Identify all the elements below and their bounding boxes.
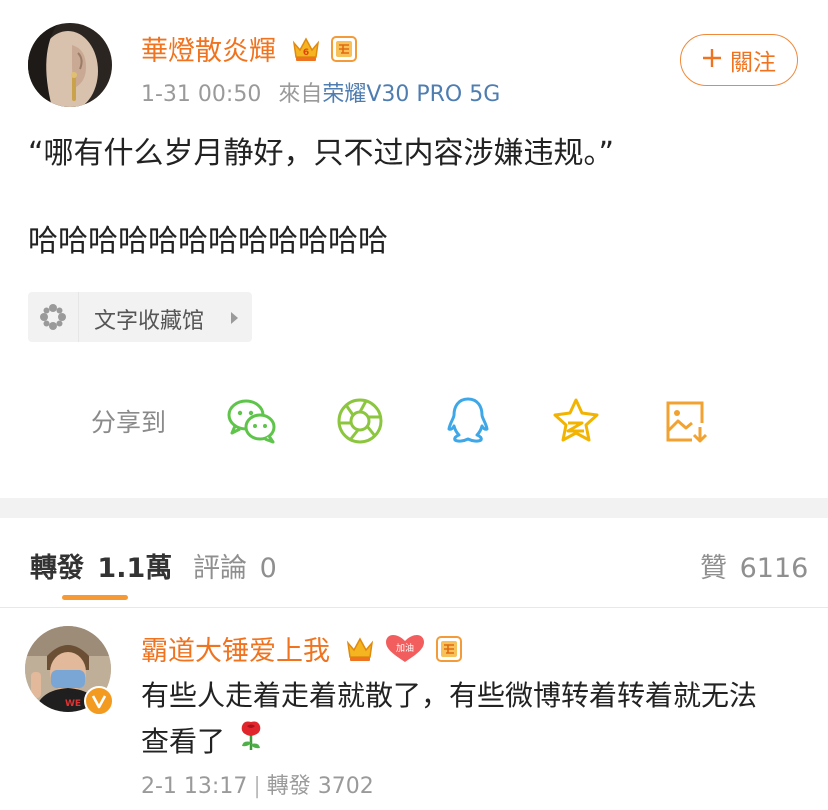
device-link[interactable]: 荣耀V30 PRO 5G (322, 82, 500, 107)
svg-text:WE: WE (65, 699, 81, 709)
vip-crown-icon: 6 (291, 35, 321, 70)
tab-repost[interactable]: 轉發 1.1萬 (30, 546, 172, 585)
post-time: 1-31 00:50 (141, 82, 262, 107)
topic-label: 文字收藏馆 (94, 309, 205, 334)
source-prefix: 來自 (278, 82, 323, 107)
luck-badge-icon (331, 36, 358, 69)
share-label: 分享到 (91, 408, 167, 437)
author-name-row: 華燈散炎輝 6 (141, 29, 358, 70)
active-tab-indicator (62, 595, 128, 600)
tabs-border (0, 607, 828, 608)
verified-badge-icon (84, 686, 114, 716)
chevron-right-icon (230, 310, 240, 329)
rose-emoji-icon (238, 720, 264, 766)
post-meta: 1-31 00:50 來自荣耀V30 PRO 5G (141, 76, 500, 108)
save-image-icon[interactable] (659, 394, 713, 448)
meta-separator: | (253, 774, 261, 799)
tab-repost-label: 轉發 (30, 553, 84, 584)
follow-label: 關注 (730, 50, 776, 76)
repost-content: 有些人走着走着就散了，有些微博转着转着就无法 查看了 (141, 673, 811, 766)
repost-line: 有些人走着走着就散了，有些微博转着转着就无法 (141, 679, 758, 712)
luck-badge-icon (435, 636, 462, 669)
tab-comment-label: 評論 (193, 553, 247, 584)
repost-time: 2-1 13:17 (141, 774, 248, 799)
repost-count: 3702 (317, 774, 374, 799)
tab-like[interactable]: 贊 6116 (700, 546, 808, 585)
repost-line-wrap: 查看了 (141, 719, 811, 766)
tab-comment-count: 0 (259, 553, 277, 584)
repost-line: 查看了 (141, 725, 226, 758)
moments-icon[interactable] (333, 394, 387, 448)
wechat-icon[interactable] (225, 394, 279, 448)
author-name[interactable]: 華燈散炎輝 (141, 36, 276, 67)
topic-card[interactable]: 文字收藏馆 (28, 292, 252, 342)
qq-icon[interactable] (441, 394, 495, 448)
vip-crown-icon (345, 635, 375, 670)
section-divider (0, 498, 828, 518)
repost-count-label: 轉發 (266, 774, 311, 799)
post-content: “哪有什么岁月静好，只不过内容涉嫌违规。” 哈哈哈哈哈哈哈哈哈哈哈哈 (28, 130, 808, 266)
follow-button[interactable]: 關注 (680, 34, 798, 86)
svg-text:6: 6 (302, 48, 308, 58)
content-line: “哪有什么岁月静好，只不过内容涉嫌违规。” (28, 136, 615, 171)
tab-repost-count: 1.1萬 (97, 553, 173, 584)
repost-author-row: 霸道大锤爱上我 加油 (141, 629, 462, 671)
plus-icon (702, 45, 722, 73)
tab-comment[interactable]: 評論 0 (193, 546, 277, 585)
cheer-heart-badge-icon: 加油 (385, 634, 425, 671)
repost-meta: 2-1 13:17 | 轉發 3702 (141, 768, 374, 800)
content-line: 哈哈哈哈哈哈哈哈哈哈哈哈 (28, 224, 388, 259)
tab-like-label: 贊 (700, 553, 727, 584)
cheer-badge-text: 加油 (396, 642, 414, 654)
author-avatar[interactable] (28, 23, 112, 107)
repost-author-name[interactable]: 霸道大锤爱上我 (141, 636, 330, 667)
topic-flower-icon (28, 292, 79, 342)
qzone-icon[interactable] (549, 394, 603, 448)
tab-like-count: 6116 (739, 553, 809, 584)
